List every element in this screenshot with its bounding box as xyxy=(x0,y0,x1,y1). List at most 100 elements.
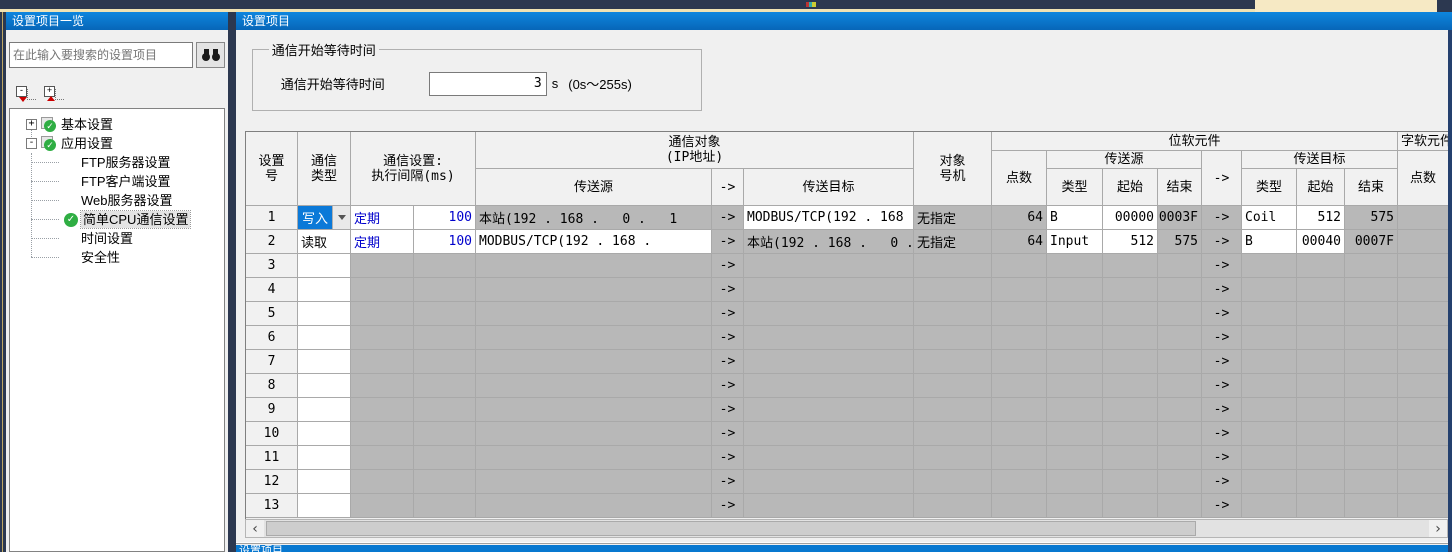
cell-bit-dst-start xyxy=(1297,254,1345,278)
tree-item-application-settings[interactable]: - ✓ 应用设置 xyxy=(10,134,224,153)
cell-bit-src-start[interactable]: 512 xyxy=(1103,230,1158,254)
cell-bit-src-type xyxy=(1047,494,1103,518)
cell-comm-type[interactable] xyxy=(298,326,351,350)
tree-item-label: FTP客户端设置 xyxy=(79,173,173,190)
cell-setting-no: 12 xyxy=(246,470,298,494)
cell-interval xyxy=(414,398,476,422)
cell-bit-points xyxy=(992,470,1047,494)
cell-bit-src-end xyxy=(1158,302,1202,326)
scroll-left-button[interactable]: ‹ xyxy=(246,520,264,537)
cell-bit-arrow: -> xyxy=(1202,230,1242,254)
panel-splitter[interactable] xyxy=(228,12,236,552)
cell-bit-src-type xyxy=(1047,302,1103,326)
expand-all-button[interactable]: + xyxy=(44,86,64,102)
cell-bit-src-end: 575 xyxy=(1158,230,1202,254)
expand-plus-icon[interactable]: + xyxy=(26,119,37,130)
tree-item-security[interactable]: 安全性 xyxy=(10,248,224,267)
cell-target-station xyxy=(914,446,992,470)
cell-comm-type[interactable] xyxy=(298,470,351,494)
cell-bit-src-type xyxy=(1047,422,1103,446)
cell-comm-type[interactable] xyxy=(298,254,351,278)
combo-dropdown-button[interactable] xyxy=(332,206,350,229)
cell-bit-dst-end xyxy=(1345,422,1398,446)
cell-bit-src-start xyxy=(1103,326,1158,350)
cell-bit-points xyxy=(992,254,1047,278)
cell-interval xyxy=(414,254,476,278)
divider xyxy=(236,543,1452,544)
cell-comm-type[interactable]: 读取 xyxy=(298,230,351,254)
cell-exec-type[interactable]: 定期 xyxy=(351,206,414,230)
cell-bit-src-type[interactable]: B xyxy=(1047,206,1103,230)
cell-comm-type[interactable] xyxy=(298,446,351,470)
cell-bit-dst-end xyxy=(1345,446,1398,470)
cell-bit-arrow: -> xyxy=(1202,350,1242,374)
cell-src-ip xyxy=(476,302,712,326)
cell-interval[interactable]: 100 xyxy=(414,206,476,230)
cell-comm-type[interactable] xyxy=(298,398,351,422)
cell-bit-src-start[interactable]: 00000 xyxy=(1103,206,1158,230)
search-input[interactable] xyxy=(9,42,193,68)
cell-bit-dst-type xyxy=(1242,350,1297,374)
scrollbar-thumb[interactable] xyxy=(266,521,1196,536)
tree-item-web-server[interactable]: Web服务器设置 xyxy=(10,191,224,210)
cell-bit-dst-type xyxy=(1242,374,1297,398)
cell-dst-ip xyxy=(744,494,914,518)
cell-bit-arrow: -> xyxy=(1202,422,1242,446)
cell-bit-src-type[interactable]: Input xyxy=(1047,230,1103,254)
cell-bit-points xyxy=(992,302,1047,326)
cell-interval[interactable]: 100 xyxy=(414,230,476,254)
cell-comm-type[interactable] xyxy=(298,422,351,446)
cell-comm-type-combo[interactable]: 写入 xyxy=(298,206,351,230)
cell-comm-type[interactable] xyxy=(298,278,351,302)
comm-settings-table: 设置 号 通信 类型 通信设置: 执行间隔(ms) 通信对象 (IP地址) 传送… xyxy=(245,131,1449,520)
collapse-minus-icon[interactable]: - xyxy=(26,138,37,149)
cell-bit-dst-end: 0007F xyxy=(1345,230,1398,254)
cell-comm-type[interactable] xyxy=(298,350,351,374)
cell-dst-ip[interactable]: MODBUS/TCP(192 . 168 . xyxy=(744,206,914,230)
header-word-points: 点数 xyxy=(1398,151,1449,206)
wait-time-label: 通信开始等待时间 xyxy=(281,74,429,93)
header-bit-source-group: 传送源 xyxy=(1047,151,1202,169)
cell-src-ip xyxy=(476,422,712,446)
cell-exec-type[interactable]: 定期 xyxy=(351,230,414,254)
tree-item-label: 时间设置 xyxy=(79,230,135,247)
cell-bit-points xyxy=(992,374,1047,398)
cell-bit-src-end xyxy=(1158,254,1202,278)
tree-line-icon xyxy=(27,89,36,100)
cell-bit-dst-type[interactable]: Coil xyxy=(1242,206,1297,230)
cell-bit-dst-end xyxy=(1345,398,1398,422)
cell-bit-dst-start xyxy=(1297,446,1345,470)
cell-bit-dst-start[interactable]: 512 xyxy=(1297,206,1345,230)
cell-comm-type[interactable] xyxy=(298,494,351,518)
cell-bit-dst-start xyxy=(1297,278,1345,302)
cell-comm-type[interactable] xyxy=(298,374,351,398)
tree-item-label: 简单CPU通信设置 xyxy=(81,211,190,228)
wait-time-unit: s xyxy=(552,76,559,91)
scroll-right-button[interactable]: › xyxy=(1429,520,1447,537)
horizontal-scrollbar[interactable]: ‹ › xyxy=(245,519,1448,538)
tree-item-simple-cpu-comm[interactable]: ✓ 简单CPU通信设置 xyxy=(10,210,224,229)
tree-item-time-settings[interactable]: 时间设置 xyxy=(10,229,224,248)
search-button[interactable] xyxy=(196,42,225,68)
wait-time-input[interactable] xyxy=(429,72,547,96)
cell-bit-dst-type[interactable]: B xyxy=(1242,230,1297,254)
cell-arrow: -> xyxy=(712,422,744,446)
cell-src-ip[interactable]: MODBUS/TCP(192 . 168 . xyxy=(476,230,712,254)
tree-item-ftp-client[interactable]: FTP客户端设置 xyxy=(10,172,224,191)
tree-item-ftp-server[interactable]: FTP服务器设置 xyxy=(10,153,224,172)
collapse-all-button[interactable]: - xyxy=(16,86,36,102)
red-down-arrow-icon xyxy=(19,97,27,102)
header-bit-src-start: 起始 xyxy=(1103,169,1158,206)
cell-word-points xyxy=(1398,302,1449,326)
cell-exec-type xyxy=(351,422,414,446)
tree-item-basic-settings[interactable]: + ✓ 基本设置 xyxy=(10,115,224,134)
wait-time-group: 通信开始等待时间 通信开始等待时间 s (0s～255s) xyxy=(252,40,702,111)
cell-bit-dst-start xyxy=(1297,494,1345,518)
cell-bit-dst-start[interactable]: 00040 xyxy=(1297,230,1345,254)
cell-bit-dst-type xyxy=(1242,494,1297,518)
cell-bit-arrow: -> xyxy=(1202,326,1242,350)
comm-type-selected[interactable]: 写入 xyxy=(298,206,332,229)
cell-bit-points: 64 xyxy=(992,230,1047,254)
cell-comm-type[interactable] xyxy=(298,302,351,326)
cell-bit-src-type xyxy=(1047,470,1103,494)
